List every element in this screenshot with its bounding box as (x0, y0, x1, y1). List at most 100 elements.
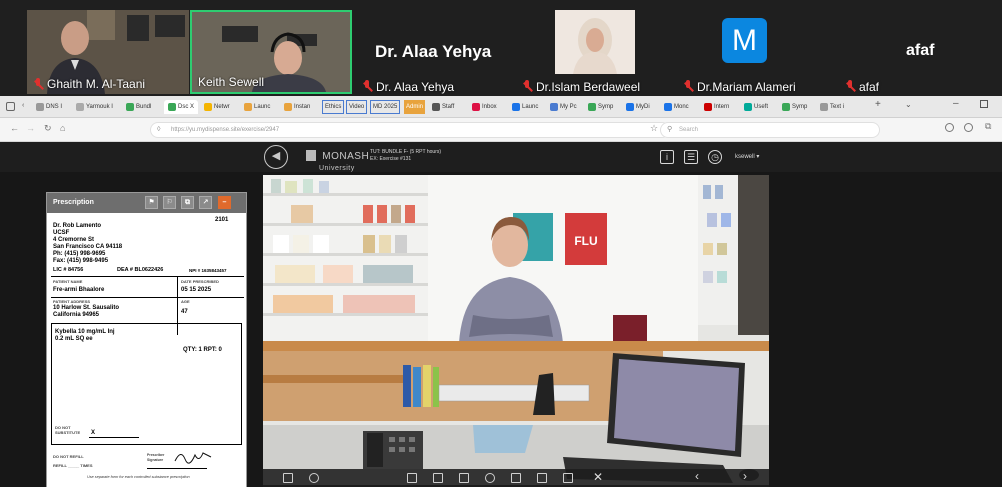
pocket-icon[interactable] (945, 123, 954, 132)
participant-name-alaa[interactable]: Dr. Alaa Yehya (362, 80, 454, 94)
rx-copy-icon[interactable]: ⧉ (181, 196, 194, 209)
favicon-icon (432, 103, 440, 111)
rx-flag-alt-icon[interactable]: ⚐ (163, 196, 176, 209)
prev-arrow-icon[interactable]: ‹ (695, 469, 699, 483)
shield-icon: ◊ (157, 126, 161, 133)
muted-mic-icon (845, 80, 855, 93)
browser-tab-bar: ‹ DNS I Yarmouk I Bundl Dsc X Netwr Laun… (0, 96, 1002, 118)
patient-age: 47 (181, 309, 188, 315)
tab[interactable]: Ethics (322, 100, 345, 114)
tool-close-icon[interactable]: ✕ (593, 470, 603, 484)
tab[interactable]: Inbox (472, 100, 497, 114)
dispensing-tray (473, 425, 533, 453)
tool-user-icon[interactable] (511, 473, 521, 483)
tab[interactable]: Text i (820, 100, 844, 114)
extensions-icon[interactable]: ⧉ (985, 121, 991, 132)
muted-mic-icon (33, 77, 43, 91)
info-icon[interactable]: i (660, 150, 674, 164)
tab-active[interactable]: Dsc X (164, 100, 199, 114)
medication-name: Kybella 10 mg/mL Inj (55, 329, 115, 335)
tab[interactable]: DNS I (36, 100, 62, 114)
user-menu[interactable]: ksewell ▾ (735, 153, 759, 160)
tool-chat-icon[interactable] (485, 473, 495, 483)
tab[interactable]: Video (346, 100, 368, 114)
tab[interactable]: Bundl (126, 100, 151, 114)
avatar-image (555, 10, 635, 74)
muted-mic-icon (522, 80, 532, 93)
favicon-icon (588, 103, 596, 111)
new-tab-icon[interactable]: + (875, 99, 881, 110)
tab[interactable]: Launc (512, 100, 538, 114)
maximize-icon[interactable] (980, 100, 988, 108)
substitution-mark: X (91, 430, 96, 436)
timer-icon[interactable]: ◷ (708, 150, 722, 164)
bookmark-star-icon[interactable]: ☆ (650, 123, 658, 134)
computer-monitor (607, 353, 745, 457)
tool-screen-icon[interactable] (433, 473, 443, 483)
tool-cart-icon[interactable] (283, 473, 293, 483)
tab[interactable]: Monc (664, 100, 689, 114)
favicon-icon (820, 103, 828, 111)
tab-list-icon[interactable]: ⌄ (905, 100, 912, 109)
tab[interactable]: MyDi (626, 100, 650, 114)
tool-person-icon[interactable] (309, 473, 319, 483)
participant-tile-ghaith[interactable]: Ghaith M. Al-Taani (27, 10, 189, 94)
favicon-icon (36, 103, 44, 111)
tab[interactable]: Symp (588, 100, 613, 114)
participant-avatar-mariam[interactable]: M (722, 18, 767, 63)
tab[interactable]: Useft (744, 100, 768, 114)
tab[interactable]: Yarmouk I (76, 100, 113, 114)
back-icon[interactable]: ← (10, 123, 19, 133)
tool-camera-icon[interactable] (459, 473, 469, 483)
muted-mic-icon (683, 80, 693, 93)
play-logo-icon[interactable]: ◀ (264, 145, 288, 169)
search-field[interactable]: ⚲ Search (660, 122, 880, 138)
doctor-dea: DEA # BL0622426 (117, 267, 164, 273)
participant-name-afaf[interactable]: afaf (845, 80, 879, 94)
tab[interactable]: My Pc (550, 100, 577, 114)
rx-flag-icon[interactable]: ⚑ (145, 196, 158, 209)
doctor-name: Dr. Rob Lamento (53, 223, 102, 229)
favicon-icon (626, 103, 634, 111)
favicon-icon (664, 103, 672, 111)
account-icon[interactable] (964, 123, 973, 132)
favicon-icon (168, 103, 176, 111)
participant-tile-keith[interactable]: Keith Sewell (190, 10, 352, 94)
pharmacy-scene-image: FLU (263, 175, 769, 485)
tab[interactable]: Staff (432, 100, 454, 114)
participant-name-mariam[interactable]: Dr.Mariam Alameri (683, 80, 796, 94)
rx-close-icon[interactable]: – (218, 196, 231, 209)
participant-avatar-islam[interactable] (555, 10, 635, 74)
participant-name-islam[interactable]: Dr.Islam Berdaweel (522, 80, 640, 94)
favicon-icon (704, 103, 712, 111)
tool-document-icon[interactable] (537, 473, 547, 483)
window-icon[interactable] (6, 102, 15, 111)
pharmacy-scene[interactable]: FLU (263, 175, 769, 485)
reload-icon[interactable]: ↻ (44, 123, 52, 134)
tool-label-icon[interactable] (407, 473, 417, 483)
tab[interactable]: MD 2025 (370, 100, 401, 114)
tab[interactable]: Launc (244, 100, 270, 114)
rx-expand-icon[interactable]: ↗ (199, 196, 212, 209)
address-field[interactable]: ◊ https://yu.mydispense.site/exercise/29… (150, 122, 670, 138)
rx-number: 2101 (215, 217, 229, 223)
tab[interactable]: Symp (782, 100, 807, 114)
forward-icon[interactable]: → (26, 123, 35, 133)
svg-text:FLU: FLU (574, 234, 597, 248)
medication-directions: 0.2 mL SQ ee (55, 336, 93, 342)
favicon-icon (472, 103, 480, 111)
next-arrow-icon[interactable]: › (743, 469, 747, 483)
minimize-icon[interactable]: – (953, 98, 959, 109)
prescription-form: 2101 Dr. Rob Lamento UCSF 4 Cremorne St … (47, 213, 246, 487)
tool-clipboard-icon[interactable] (563, 473, 573, 483)
muted-mic-icon (362, 80, 372, 93)
tab-scroll-left-icon[interactable]: ‹ (22, 102, 24, 109)
tab[interactable]: Admin (404, 100, 426, 114)
home-icon[interactable]: ⌂ (60, 123, 65, 133)
monash-crest-icon (306, 150, 316, 161)
tab[interactable]: Instan (284, 100, 310, 114)
tab[interactable]: Netwr (204, 100, 230, 114)
favicon-icon (744, 103, 752, 111)
notes-icon[interactable]: ☰ (684, 150, 698, 164)
tab[interactable]: Intern (704, 100, 729, 114)
